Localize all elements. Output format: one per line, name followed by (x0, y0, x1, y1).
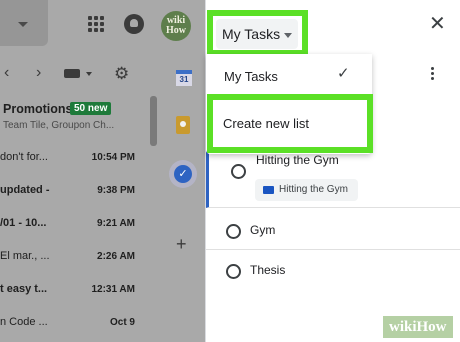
mail-date: 10:54 PM (91, 152, 135, 163)
mail-subject: El mar., ... (0, 250, 50, 262)
tasks-app-button[interactable]: ✓ (169, 160, 197, 188)
task-title: Gym (250, 223, 276, 237)
gmail-background: wiki How ‹ › ⚙ Promotions 50 new Team Ti… (0, 0, 205, 342)
mail-subject: t easy t... (0, 283, 48, 295)
mail-date: Oct 9 (109, 317, 135, 328)
gear-icon[interactable]: ⚙ (114, 64, 129, 84)
chevron-down-icon[interactable] (86, 72, 92, 76)
add-addon-icon[interactable]: + (176, 234, 187, 255)
tasks-panel: My Tasks ✕ Hitting the Gym Hitting the G… (205, 0, 460, 342)
task-item[interactable]: Gym (206, 212, 460, 250)
complete-task-checkbox[interactable] (226, 224, 241, 239)
mail-icon (263, 186, 274, 194)
search-options-dropdown[interactable] (0, 0, 48, 46)
mail-row[interactable]: updated - 9:38 PM (0, 175, 150, 208)
mail-row[interactable]: /01 - 10... 9:21 AM (0, 208, 150, 241)
tasks-icon: ✓ (174, 165, 192, 183)
next-page-icon[interactable]: › (36, 64, 41, 82)
mail-row[interactable]: n Code ... Oct 9 (0, 307, 150, 340)
mail-toolbar: ‹ › ⚙ (0, 60, 150, 86)
check-icon: ✓ (337, 65, 350, 82)
apps-grid-icon[interactable] (88, 16, 104, 32)
mail-subject: /01 - 10... (0, 217, 47, 229)
mail-scrollbar[interactable] (150, 96, 157, 146)
promotions-senders: Team Tile, Groupon Ch... (3, 120, 115, 131)
wikihow-watermark: wikiHow (383, 316, 453, 338)
create-new-list-item[interactable]: Create new list (213, 100, 367, 147)
create-new-list-label: Create new list (223, 116, 309, 131)
more-options-icon[interactable] (431, 67, 435, 83)
highlight-box (207, 10, 308, 56)
task-item[interactable]: Thesis (206, 252, 460, 290)
new-count-badge: 50 new (70, 102, 112, 115)
mail-subject: updated - (0, 184, 50, 196)
mail-date: 9:38 PM (97, 185, 135, 196)
mail-subject: don't for... (0, 151, 48, 163)
mail-date: 2:26 AM (97, 251, 135, 262)
tasks-header: My Tasks ✕ (206, 0, 460, 56)
mail-row[interactable]: don't for... 10:54 PM (0, 142, 150, 175)
side-panel-strip: 31 ✓ + (163, 50, 205, 342)
chevron-down-icon (18, 22, 28, 27)
linked-email-chip[interactable]: Hitting the Gym (255, 179, 358, 201)
mail-row[interactable]: t easy t... 12:31 AM (0, 274, 150, 307)
screen: wiki How ‹ › ⚙ Promotions 50 new Team Ti… (0, 0, 460, 342)
mail-date: 9:21 AM (97, 218, 135, 229)
calendar-icon[interactable]: 31 (176, 70, 192, 86)
mail-list: don't for... 10:54 PM updated - 9:38 PM … (0, 142, 150, 340)
task-title: Hitting the Gym (256, 153, 339, 167)
linked-email-title: Hitting the Gym (279, 184, 348, 195)
keyboard-icon[interactable] (64, 69, 80, 78)
notifications-icon[interactable] (124, 14, 144, 34)
mail-date: 12:31 AM (91, 284, 135, 295)
complete-task-checkbox[interactable] (226, 264, 241, 279)
avatar[interactable]: wiki How (161, 11, 191, 41)
mail-row[interactable]: El mar., ... 2:26 AM (0, 241, 150, 274)
complete-task-checkbox[interactable] (231, 164, 246, 179)
keep-icon[interactable] (176, 116, 190, 134)
prev-page-icon[interactable]: ‹ (4, 64, 9, 82)
menu-item-my-tasks[interactable]: My Tasks (224, 69, 278, 84)
avatar-text-bottom: How (166, 25, 186, 36)
close-icon[interactable]: ✕ (429, 14, 446, 34)
promotions-title: Promotions (3, 102, 73, 116)
task-title: Thesis (250, 263, 286, 277)
mail-subject: n Code ... (0, 316, 48, 328)
